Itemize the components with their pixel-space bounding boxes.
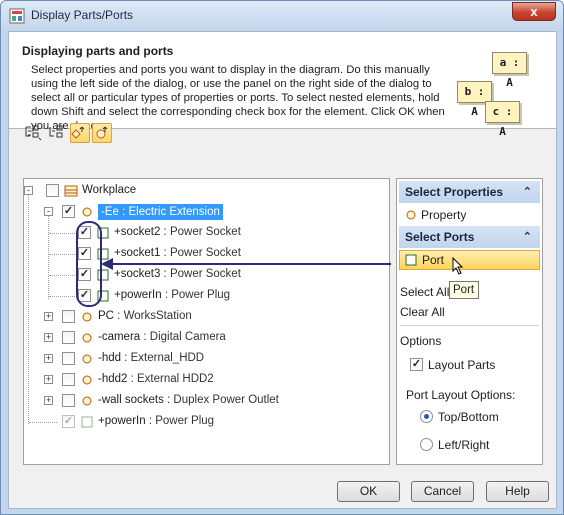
section-title: Select Ports [405,230,475,244]
dialog-window: Display Parts/Ports x Displaying parts a… [0,0,564,515]
port-label: Port [422,253,445,267]
layout-parts-checkbox[interactable]: ✓ [410,358,423,371]
radio-button[interactable] [420,438,433,451]
property-icon [406,210,416,220]
clear-all-link[interactable]: Clear All [400,305,445,319]
cancel-button[interactable]: Cancel [411,481,474,502]
select-properties-header[interactable]: Select Properties ⌃ [399,181,540,203]
property-label: Property [421,208,467,222]
port-item[interactable]: Port [399,250,540,275]
divider [400,325,539,326]
ok-button[interactable]: OK [337,481,400,502]
radio-button[interactable] [420,410,433,423]
layout-parts-label: Layout Parts [428,358,496,372]
mouse-cursor-icon [452,257,464,275]
radio-label: Left/Right [438,438,490,452]
annotation-arrow-head [101,258,113,270]
help-button[interactable]: Help [486,481,549,502]
radio-label: Top/Bottom [438,410,499,424]
selection-panel: Select Properties ⌃ Property Select Port… [396,178,543,465]
port-icon [405,254,417,266]
section-title: Select Properties [405,185,504,199]
collapse-chevron-icon[interactable]: ⌃ [523,181,532,203]
select-all-link[interactable]: Select All [400,285,449,299]
collapse-chevron-icon[interactable]: ⌃ [523,226,532,248]
select-ports-header[interactable]: Select Ports ⌃ [399,226,540,248]
port-layout-label: Port Layout Options: [406,388,516,402]
options-label: Options [400,334,442,348]
tooltip: Port [449,281,479,299]
annotation-highlight [76,221,102,307]
